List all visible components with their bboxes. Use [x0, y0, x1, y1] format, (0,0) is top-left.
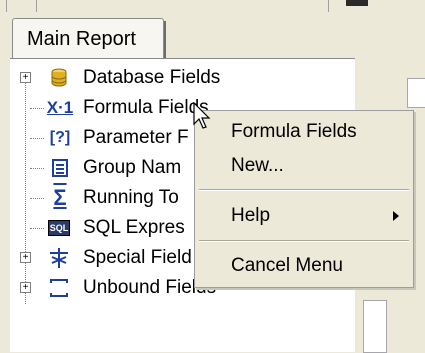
tree-item-group-name-fields[interactable]: Group Nam: [83, 157, 181, 179]
menu-item-cancel-menu[interactable]: Cancel Menu: [231, 255, 343, 277]
tree-item-special-fields[interactable]: Special Field: [83, 247, 192, 269]
unbound-icon: [47, 277, 71, 299]
expand-toggle[interactable]: +: [20, 72, 31, 83]
group-icon: [48, 157, 72, 179]
tab-main-report[interactable]: Main Report: [12, 18, 166, 60]
tree-line: [30, 138, 44, 139]
tree-item-formula-fields[interactable]: Formula Fields: [83, 97, 209, 119]
tree-item-running-total-fields[interactable]: Running To: [83, 187, 179, 209]
expand-toggle[interactable]: +: [20, 252, 31, 263]
context-menu: Formula Fields New... Help Cancel Menu: [194, 110, 414, 288]
tree-item-parameter-fields[interactable]: Parameter F: [83, 127, 189, 149]
tab-main-report-label: Main Report: [27, 28, 136, 50]
parameter-icon: [?]: [49, 129, 71, 146]
special-icon: [47, 247, 71, 269]
tree-line: [30, 168, 44, 169]
toolbar-separator: [6, 0, 37, 12]
toolbar-dark-edge: [346, 0, 368, 6]
expand-toggle[interactable]: +: [20, 282, 31, 293]
toolbar-separator: [36, 0, 329, 12]
menu-item-formula-fields[interactable]: Formula Fields: [231, 121, 357, 143]
menu-item-new[interactable]: New...: [231, 155, 284, 177]
tree-line: [30, 228, 44, 229]
sql-icon: SQL: [47, 217, 71, 239]
tree-item-sql-expression-fields[interactable]: SQL Expres: [83, 217, 185, 239]
tree-line: [30, 108, 44, 109]
menu-separator: [199, 189, 409, 191]
toolbar-strip: [0, 0, 425, 14]
database-icon: [47, 67, 71, 89]
mouse-cursor-icon: [193, 101, 213, 138]
sigma-icon: Σ: [53, 185, 67, 210]
right-ruler: [363, 300, 387, 353]
tree-line: [30, 198, 44, 199]
tree-item-database-fields[interactable]: Database Fields: [83, 67, 220, 89]
formula-icon: X·1: [46, 98, 74, 117]
submenu-arrow-icon: [393, 211, 399, 221]
tree-line: [25, 79, 26, 304]
menu-separator: [199, 240, 409, 242]
right-input-edge[interactable]: [407, 78, 425, 108]
menu-item-help[interactable]: Help: [231, 205, 270, 227]
